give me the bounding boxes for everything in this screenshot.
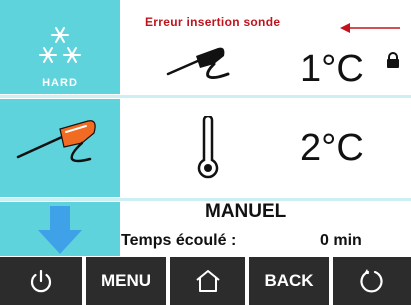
arrow-down-icon — [38, 206, 82, 254]
snowflakes-icon — [39, 27, 81, 63]
bottom-toolbar: MENU BACK — [0, 257, 411, 305]
menu-button[interactable]: MENU — [86, 257, 166, 305]
power-button[interactable] — [0, 257, 82, 305]
back-button[interactable]: BACK — [249, 257, 329, 305]
restart-icon — [360, 269, 383, 293]
scroll-down-panel[interactable] — [0, 202, 120, 256]
home-button[interactable] — [170, 257, 245, 305]
error-message: Erreur insertion sonde — [145, 15, 281, 29]
lock-icon — [387, 52, 399, 68]
probe-temperature: 1°C — [300, 48, 364, 90]
power-icon — [30, 269, 52, 293]
home-icon — [195, 270, 220, 292]
elapsed-time-value: 0 min — [320, 232, 362, 249]
core-probe-icon — [166, 47, 230, 80]
mode-label: MANUEL — [205, 201, 287, 222]
probe-select-panel[interactable] — [0, 99, 120, 197]
core-probe-orange-icon — [16, 120, 96, 163]
elapsed-time-label: Temps écoulé : — [121, 232, 237, 249]
thermometer-icon — [197, 116, 219, 179]
chamber-temperature: 2°C — [300, 127, 364, 169]
divider — [0, 95, 411, 98]
cycle-mode-panel[interactable]: HARD — [0, 0, 120, 94]
hard-mode-label: HARD — [42, 77, 78, 89]
arrow-left-icon — [340, 23, 400, 33]
restart-button[interactable] — [333, 257, 411, 305]
